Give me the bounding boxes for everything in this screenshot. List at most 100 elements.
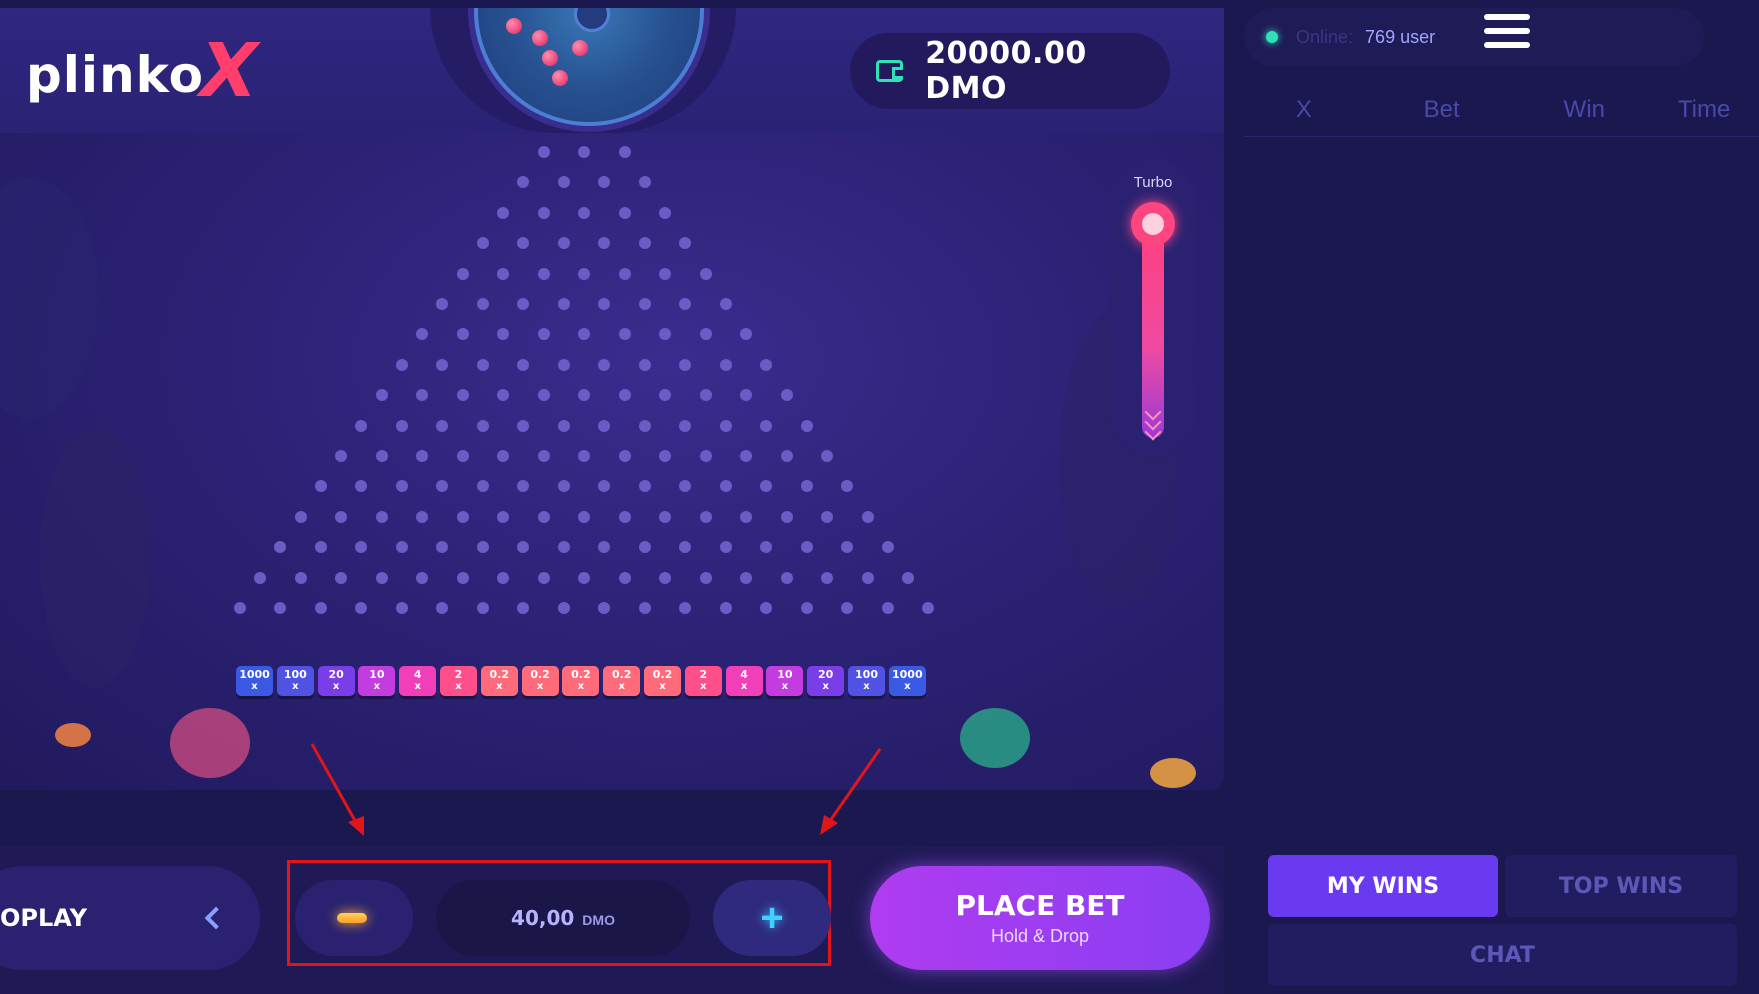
peg [638, 176, 651, 189]
peg [416, 571, 428, 584]
peg [881, 602, 894, 614]
peg [395, 602, 408, 614]
peg [760, 602, 773, 614]
online-indicator-icon [1266, 31, 1278, 43]
multiplier-unit: x [822, 681, 829, 692]
turbo-control[interactable]: Turbo [1110, 158, 1196, 458]
decrease-bet-button[interactable] [295, 880, 413, 956]
bet-currency: DMO [582, 912, 615, 928]
peg [517, 602, 530, 614]
peg [740, 450, 752, 462]
multiplier-value: 1000 [239, 668, 270, 681]
peg [537, 510, 550, 523]
peg [659, 389, 671, 402]
multiplier-value: 0.2 [652, 668, 673, 681]
autoplay-button[interactable]: OPLAY [0, 866, 260, 970]
peg [416, 450, 428, 462]
peg [618, 267, 631, 280]
peg [719, 358, 732, 371]
peg [740, 389, 752, 402]
peg [618, 450, 631, 462]
column-header: X [1295, 96, 1312, 123]
peg [294, 571, 307, 584]
peg [638, 480, 651, 493]
peg [659, 510, 671, 523]
peg [335, 510, 347, 523]
tab-chat[interactable]: CHAT [1268, 924, 1737, 986]
multiplier-value: 0.2 [489, 668, 510, 681]
peg [719, 419, 732, 432]
plant-decoration [170, 708, 250, 778]
peg [436, 298, 449, 310]
ball [506, 18, 522, 34]
peg [861, 510, 874, 523]
peg [719, 602, 732, 614]
multiplier-unit: x [700, 681, 707, 692]
tab-top-wins[interactable]: TOP WINS [1505, 855, 1737, 917]
peg [598, 419, 611, 432]
multiplier-value: 2 [699, 668, 708, 681]
peg [922, 602, 935, 614]
multiplier-unit: x [332, 681, 340, 692]
peg [476, 480, 489, 493]
multiplier-unit: x [536, 681, 544, 692]
tab-my-wins[interactable]: MY WINS [1268, 855, 1498, 917]
multiplier-slot: 2x [440, 666, 477, 696]
peg [740, 571, 752, 584]
peg [740, 328, 752, 341]
peg [416, 389, 428, 402]
peg [780, 510, 793, 523]
peg [456, 389, 469, 402]
peg [456, 328, 469, 341]
peg [476, 419, 489, 432]
peg [679, 358, 692, 371]
peg [618, 328, 631, 341]
peg [557, 176, 570, 189]
turbo-slider-knob[interactable] [1131, 202, 1175, 246]
multiplier-slot: 20 x [807, 666, 845, 696]
peg [578, 206, 590, 219]
balance-display: 20000.00 DMO [850, 33, 1170, 109]
multiplier-slot: 0.2 x [521, 666, 559, 696]
peg [659, 328, 671, 341]
multiplier-slot: 100 x [276, 666, 314, 696]
peg [497, 450, 509, 462]
peg [598, 298, 611, 310]
peg [618, 389, 631, 402]
multiplier-slot: 20 x [317, 666, 355, 696]
peg [638, 541, 651, 554]
multiplier-slot: 10 x [766, 666, 804, 696]
peg [679, 602, 692, 614]
multiplier-value: 100 [855, 668, 878, 681]
peg [780, 389, 793, 402]
peg [497, 206, 509, 219]
column-header: Time [1677, 96, 1731, 123]
peg [355, 480, 368, 493]
plus-icon: + [760, 896, 784, 940]
chevron-left-icon [204, 906, 228, 930]
place-bet-button[interactable]: PLACE BET Hold & Drop [870, 866, 1210, 970]
online-count: 769 user [1365, 26, 1436, 47]
game-board: plinko X 20000.00 DMO 1000 x 100 x 20 x 10 x 4 x 2… [0, 8, 1224, 790]
multiplier-value: 4 [740, 668, 748, 681]
hamburger-menu-icon[interactable] [1484, 14, 1530, 54]
peg [436, 358, 449, 371]
peg [375, 389, 388, 402]
peg [719, 298, 732, 310]
peg [760, 419, 773, 432]
peg [537, 389, 550, 402]
multiplier-unit: x [659, 681, 666, 692]
peg [456, 450, 469, 462]
peg [436, 541, 449, 554]
increase-bet-button[interactable]: + [713, 880, 831, 956]
peg [395, 480, 408, 493]
peg [375, 450, 388, 462]
plant-decoration [55, 723, 91, 747]
peg [274, 602, 287, 614]
peg [800, 602, 813, 614]
logo-text: plinko [26, 46, 204, 104]
peg [557, 358, 570, 371]
bet-amount-field[interactable]: 40,00 DMO [436, 880, 690, 956]
peg [699, 510, 712, 523]
peg [557, 480, 570, 493]
